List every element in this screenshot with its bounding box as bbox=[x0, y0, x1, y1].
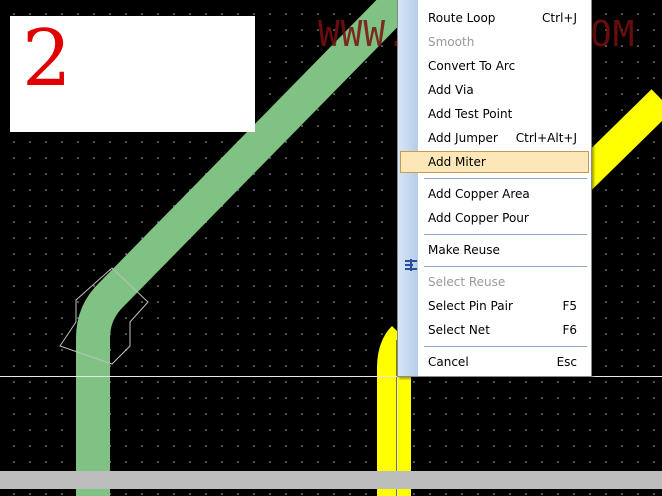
menu-item-add-copper-pour[interactable]: Add Copper Pour bbox=[400, 207, 589, 229]
menu-item-label: Add Test Point bbox=[428, 107, 513, 121]
menu-separator bbox=[424, 346, 587, 347]
menu-item-smooth[interactable]: Smooth bbox=[400, 31, 589, 53]
menu-item-shortcut: Esc bbox=[556, 355, 577, 369]
menu-item-route-loop[interactable]: Route Loop Ctrl+J bbox=[400, 7, 589, 29]
menu-item-select-net[interactable]: Select Net F6 bbox=[400, 319, 589, 341]
menu-item-add-via[interactable]: Add Via bbox=[400, 79, 589, 101]
menu-item-label: Select Reuse bbox=[428, 275, 506, 289]
menu-item-label: Add Copper Pour bbox=[428, 211, 529, 225]
menu-item-label: Add Copper Area bbox=[428, 187, 530, 201]
menu-item-make-reuse[interactable]: Make Reuse bbox=[400, 239, 589, 261]
menu-item-label: Select Net bbox=[428, 323, 490, 337]
status-bar bbox=[0, 471, 662, 489]
menu-item-label: Add Jumper bbox=[428, 131, 498, 145]
menu-item-label: Make Reuse bbox=[428, 243, 500, 257]
menu-item-shortcut: F6 bbox=[562, 323, 577, 337]
menu-item-label: Route Loop bbox=[428, 11, 496, 25]
menu-item-add-jumper[interactable]: Add Jumper Ctrl+Alt+J bbox=[400, 127, 589, 271]
menu-separator bbox=[424, 266, 587, 267]
menu-item-label: Add Miter bbox=[428, 155, 486, 169]
step-label-box: 2 bbox=[10, 16, 255, 132]
menu-item-label: Add Via bbox=[428, 83, 474, 97]
menu-item-shortcut: Ctrl+J bbox=[542, 11, 577, 25]
context-menu[interactable]: Route Loop Ctrl+J Smooth Convert To Arc … bbox=[397, 0, 592, 377]
menu-item-add-miter[interactable]: Add Miter bbox=[400, 151, 589, 173]
menu-item-select-reuse[interactable]: Select Reuse bbox=[400, 271, 589, 293]
menu-item-cancel[interactable]: Cancel Esc bbox=[400, 351, 589, 373]
menu-separator bbox=[424, 178, 587, 179]
menu-item-label: Select Pin Pair bbox=[428, 299, 513, 313]
menu-item-label: Cancel bbox=[428, 355, 469, 369]
step-number: 2 bbox=[22, 14, 72, 104]
menu-item-select-pin-pair[interactable]: Select Pin Pair F5 bbox=[400, 295, 589, 317]
menu-item-label: Smooth bbox=[428, 35, 475, 49]
menu-item-convert-to-arc[interactable]: Convert To Arc bbox=[400, 55, 589, 77]
menu-item-shortcut: Ctrl+Alt+J bbox=[515, 131, 577, 145]
menu-item-add-test-point[interactable]: Add Test Point bbox=[400, 103, 589, 125]
menu-separator bbox=[424, 234, 587, 235]
menu-item-add-copper-area[interactable]: Add Copper Area bbox=[400, 183, 589, 205]
menu-item-label: Convert To Arc bbox=[428, 59, 516, 73]
menu-item-shortcut: F5 bbox=[562, 299, 577, 313]
